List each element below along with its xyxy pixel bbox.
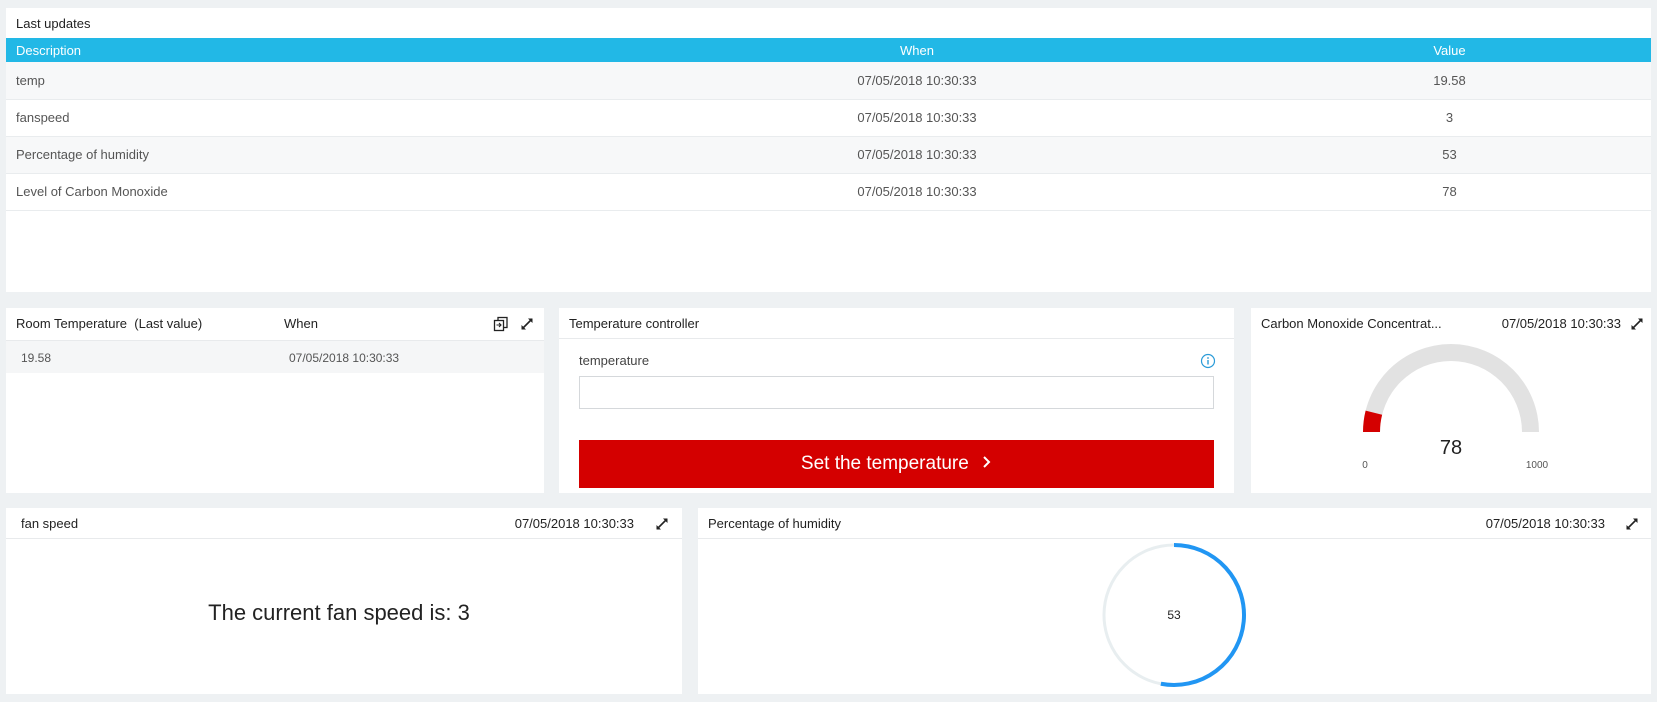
temperature-input[interactable] xyxy=(579,376,1214,409)
fan-speed-when: 07/05/2018 10:30:33 xyxy=(514,516,634,531)
row-description: fanspeed xyxy=(6,99,586,137)
gauge-track xyxy=(1363,344,1539,432)
table-row: Percentage of humidity 07/05/2018 10:30:… xyxy=(6,136,1651,174)
room-temperature-panel: Room Temperature (Last value) When 19.58… xyxy=(6,308,544,493)
column-header-when[interactable]: When xyxy=(586,38,1248,62)
set-temperature-button[interactable]: Set the temperature xyxy=(579,440,1214,488)
last-updates-table: Description When Value temp 07/05/2018 1… xyxy=(6,38,1651,211)
table-row: fanspeed 07/05/2018 10:30:33 3 xyxy=(6,99,1651,137)
info-icon[interactable] xyxy=(1200,353,1216,369)
room-temperature-when: 07/05/2018 10:30:33 xyxy=(289,351,400,365)
row-description: temp xyxy=(6,62,586,100)
room-temperature-title: Room Temperature (Last value) xyxy=(16,316,203,331)
room-temperature-row: 19.58 07/05/2018 10:30:33 xyxy=(6,340,544,373)
temperature-controller-title: Temperature controller xyxy=(569,316,700,331)
row-value: 3 xyxy=(1248,99,1651,137)
row-when: 07/05/2018 10:30:33 xyxy=(586,62,1248,100)
table-row: Level of Carbon Monoxide 07/05/2018 10:3… xyxy=(6,173,1651,211)
table-row: temp 07/05/2018 10:30:33 19.58 xyxy=(6,62,1651,100)
gauge-value-label: 78 xyxy=(1440,437,1462,459)
last-updates-title: Last updates xyxy=(16,16,91,31)
row-when: 07/05/2018 10:30:33 xyxy=(586,136,1248,174)
column-header-value[interactable]: Value xyxy=(1248,38,1651,62)
expand-icon[interactable] xyxy=(654,516,670,532)
expand-icon[interactable] xyxy=(519,316,535,332)
copy-icon[interactable] xyxy=(493,316,509,332)
carbon-monoxide-panel: Carbon Monoxide Concentrat... 07/05/2018… xyxy=(1251,308,1651,493)
carbon-monoxide-gauge: 78 0 1000 xyxy=(1362,344,1549,471)
row-description: Level of Carbon Monoxide xyxy=(6,173,586,211)
fan-speed-text: The current fan speed is: 3 xyxy=(208,600,470,625)
row-value: 53 xyxy=(1248,136,1651,174)
room-temperature-value: 19.58 xyxy=(21,351,52,365)
row-value: 19.58 xyxy=(1248,62,1651,100)
divider xyxy=(559,338,1234,339)
humidity-panel: Percentage of humidity 07/05/2018 10:30:… xyxy=(698,508,1651,694)
temperature-field-label: temperature xyxy=(579,353,650,368)
row-when: 07/05/2018 10:30:33 xyxy=(586,99,1248,137)
last-updates-panel: Last updates Description When Value temp… xyxy=(6,8,1651,292)
column-header-description[interactable]: Description xyxy=(6,38,586,62)
fan-speed-title: fan speed xyxy=(21,516,79,531)
row-description: Percentage of humidity xyxy=(6,136,586,174)
chevron-right-icon xyxy=(982,453,992,475)
row-when: 07/05/2018 10:30:33 xyxy=(586,173,1248,211)
humidity-dial: 53 xyxy=(1102,543,1246,687)
row-value: 78 xyxy=(1248,173,1651,211)
dial-value-label: 53 xyxy=(1167,608,1181,622)
gauge-max-label: 1000 xyxy=(1526,460,1549,471)
set-temperature-label: Set the temperature xyxy=(800,453,969,474)
temperature-controller-panel: Temperature controller temperature Set t… xyxy=(559,308,1234,493)
divider xyxy=(6,538,682,539)
gauge-min-label: 0 xyxy=(1362,460,1368,471)
room-when-header: When xyxy=(284,316,318,331)
fan-speed-panel: fan speed 07/05/2018 10:30:33 The curren… xyxy=(6,508,682,694)
